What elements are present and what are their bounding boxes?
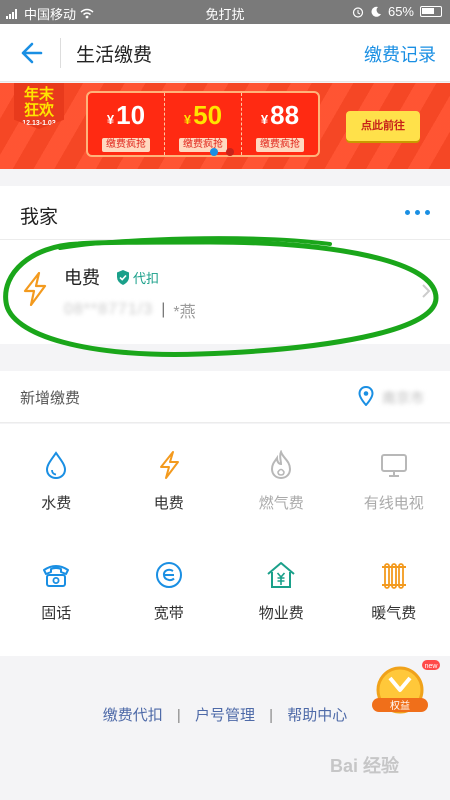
battery-icon [420,6,442,17]
footer-separator: | [269,707,274,724]
service-label: 物业费 [258,605,304,622]
pagination-dot-active[interactable] [210,148,218,156]
broadband-icon [155,562,182,588]
service-water[interactable]: 水费 [0,428,113,538]
location-text[interactable]: 南京市 [382,388,424,408]
service-label: 燃气费 [258,495,304,512]
lightning-icon [23,272,47,306]
service-label: 宽带 [153,605,184,622]
footer-link-help-center[interactable]: 帮助中心 [287,707,347,724]
year-end-badge-title: 年末 狂欢 [23,86,54,119]
coupon-10: ¥10 缴费疯抢 [88,93,164,155]
coupon-currency: ¥ [183,112,192,127]
nav-divider [60,38,61,68]
service-property[interactable]: 物业费 [225,538,338,648]
account-holder: *燕 [173,304,196,321]
more-options-icon[interactable] [405,210,430,215]
location-pin-icon[interactable] [358,386,374,406]
service-landline[interactable]: 固话 [0,538,113,648]
coupon-amount: 88 [270,100,300,130]
footer-separator: | [176,707,181,724]
account-number: 08**8771/3 [64,301,154,318]
coupon-50: ¥50 缴费疯抢 [164,93,241,155]
home-title: 我家 [20,207,59,228]
coupon-tag: 缴费疯抢 [256,138,304,152]
flame-icon [271,450,292,480]
telephone-icon [43,565,70,587]
page-title: 生活缴费 [76,45,153,66]
service-heating[interactable]: 暖气费 [338,538,450,648]
banner-pagination [210,148,234,156]
bill-account: 08**8771/3 | *燕 [64,298,196,322]
coupon-amount: 10 [116,100,146,130]
coupon-currency: ¥ [260,112,269,127]
service-label: 固话 [41,605,72,622]
bill-name: 电费 [64,268,100,288]
service-electricity[interactable]: 电费 [113,428,226,538]
shield-check-icon [117,270,129,285]
coupon-amount: 50 [193,100,223,130]
service-grid: 水费 电费 燃气费 有线电视 固话 宽带 物业费 暖气费 [0,424,450,656]
new-payment-row: 新增缴费 南京市 [0,371,450,423]
chevron-right-icon [422,284,431,298]
nav-bar: 生活缴费 缴费记录 [0,24,450,82]
payment-record-link[interactable]: 缴费记录 [364,41,436,67]
moon-icon [371,6,381,17]
service-label: 有线电视 [363,495,424,512]
back-arrow-icon[interactable] [18,40,44,66]
year-end-badge: 年末 狂欢 12.13-1.03 [14,83,64,129]
service-label: 水费 [41,495,72,512]
service-label: 电费 [153,495,184,512]
rights-badge-label: 权益 [390,699,410,712]
lightning-icon [159,451,179,479]
home-bills-card: 我家 电费 代扣 08**8771/3 | *燕 [0,186,450,344]
account-separator: | [161,301,166,318]
rights-badge-icon[interactable]: new 权益 [364,660,440,720]
service-broadband[interactable]: 宽带 [113,538,226,648]
promo-banner[interactable]: 年末 狂欢 12.13-1.03 ¥10 缴费疯抢 ¥50 缴费疯抢 ¥88 缴… [0,83,450,169]
coupon-currency: ¥ [106,112,115,127]
footer-link-auto-deduct[interactable]: 缴费代扣 [103,707,163,724]
banner-cta-button[interactable]: 点此前往 [346,111,420,141]
service-label: 暖气费 [371,605,417,622]
coupon-tag: 缴费疯抢 [102,138,150,152]
tv-icon [380,454,407,477]
alarm-icon [352,6,364,18]
service-gas[interactable]: 燃气费 [225,428,338,538]
battery-percent: 65% [387,4,414,19]
service-cable-tv[interactable]: 有线电视 [338,428,450,538]
auto-deduct-label: 代扣 [133,271,160,286]
coupon-group: ¥10 缴费疯抢 ¥50 缴费疯抢 ¥88 缴费疯抢 [86,91,320,157]
auto-deduct-badge: 代扣 [116,268,159,287]
footer-link-account-management[interactable]: 户号管理 [195,707,255,724]
pagination-dot[interactable] [226,148,234,156]
coupon-88: ¥88 缴费疯抢 [241,93,318,155]
house-yen-icon [267,562,295,588]
new-payment-label: 新增缴费 [20,390,81,407]
baidu-watermark: Bai 经验 [330,756,400,776]
water-drop-icon [46,451,67,480]
radiator-icon [381,563,406,589]
status-bar: 中国移动 免打扰 65% [0,0,450,24]
divider [0,239,450,240]
rights-badge-new: new [425,663,439,670]
